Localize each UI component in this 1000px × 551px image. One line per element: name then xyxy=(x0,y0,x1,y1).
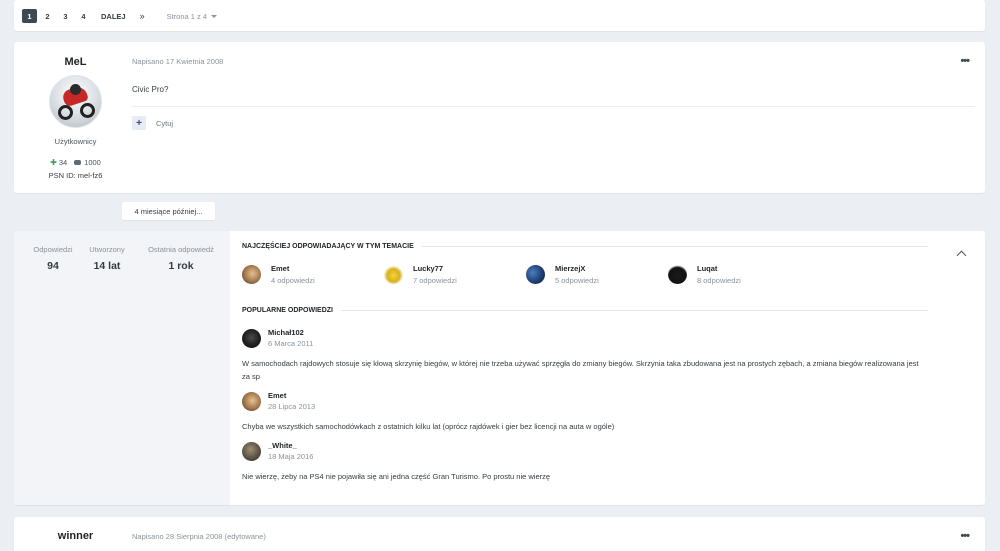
reply-text[interactable]: Chyba we wszystkich samochodówkach z ost… xyxy=(242,420,928,433)
pagination-bar: 1 2 3 4 DALEJ » Strona 1 z 4 xyxy=(14,0,985,31)
poster-reply-count: 7 odpowiedzi xyxy=(413,276,457,285)
top-posters-list: Emet 4 odpowiedzi Lucky77 7 odpowiedzi M… xyxy=(242,264,928,285)
poster-reply-count: 5 odpowiedzi xyxy=(555,276,599,285)
avatar[interactable] xyxy=(384,265,403,284)
author-panel: MeL Użytkownicy ✚ 34 1000 PSN ID: mel-fz6 xyxy=(14,42,137,180)
page-4-button[interactable]: 4 xyxy=(76,9,91,23)
poster-name[interactable]: Emet xyxy=(271,264,315,273)
avatar[interactable] xyxy=(242,265,261,284)
reply-meta: Michał102 6 Marca 2011 xyxy=(268,328,313,348)
reply-meta: _White_ 18 Maja 2016 xyxy=(268,441,313,461)
post-date[interactable]: Napisano 17 Kwietnia 2008 xyxy=(132,57,975,66)
page-list: 1 2 3 4 DALEJ » Strona 1 z 4 xyxy=(22,9,218,23)
reputation-stat: ✚ 34 xyxy=(50,158,67,167)
poster-info: Emet 4 odpowiedzi xyxy=(271,264,315,285)
top-poster-item[interactable]: Luqat 8 odpowiedzi xyxy=(668,264,810,285)
stat-created: Utworzony 14 lat xyxy=(76,245,138,272)
top-poster-item[interactable]: MierzejX 5 odpowiedzi xyxy=(526,264,668,285)
avatar[interactable] xyxy=(242,391,261,411)
helmet-shape xyxy=(70,84,81,95)
divider xyxy=(341,310,928,311)
reply-text[interactable]: Nie wierzę, żeby na PS4 nie pojawiła się… xyxy=(242,470,928,483)
page-1-button[interactable]: 1 xyxy=(22,9,37,23)
section-title: NAJCZĘŚCIEJ ODPOWIADAJĄCY W TYM TEMACIE xyxy=(242,243,414,250)
section-title: POPULARNE ODPOWIEDZI xyxy=(242,307,334,314)
multiquote-plus-button[interactable]: + xyxy=(132,116,146,130)
reply-author[interactable]: Michał102 xyxy=(268,328,313,337)
poster-info: MierzejX 5 odpowiedzi xyxy=(555,264,599,285)
post-body: Civic Pro? xyxy=(132,85,169,94)
poster-name[interactable]: Lucky77 xyxy=(413,264,457,273)
reputation-count: 34 xyxy=(58,158,68,167)
author-name[interactable]: winner xyxy=(14,530,137,542)
top-poster-item[interactable]: Emet 4 odpowiedzi xyxy=(242,264,384,285)
author-psn-id: PSN ID: mel-fz6 xyxy=(48,171,103,180)
comments-count: 1000 xyxy=(84,158,101,167)
reply-header: Michał102 6 Marca 2011 xyxy=(242,328,928,348)
popular-reply: _White_ 18 Maja 2016 Nie wierzę, żeby na… xyxy=(242,441,928,483)
next-page-button[interactable]: DALEJ xyxy=(97,9,130,23)
post-actions: + Cytuj xyxy=(132,116,173,130)
poster-info: Luqat 8 odpowiedzi xyxy=(697,264,741,285)
more-options-icon[interactable]: ••• xyxy=(960,55,970,67)
avatar[interactable] xyxy=(242,328,261,348)
avatar[interactable] xyxy=(526,265,545,284)
poster-reply-count: 8 odpowiedzi xyxy=(697,276,741,285)
post: winner Napisano 28 Sierpnia 2008 (edytow… xyxy=(14,517,985,551)
page-2-button[interactable]: 2 xyxy=(40,9,55,23)
last-page-button[interactable]: » xyxy=(135,9,150,23)
page-jump-dropdown[interactable]: Strona 1 z 4 xyxy=(166,11,218,21)
topic-stats: Odpowiedzi 94 Utworzony 14 lat Ostatnia … xyxy=(14,231,230,505)
reputation-plus-icon: ✚ xyxy=(50,158,57,167)
reply-meta: Emet 28 Lipca 2013 xyxy=(268,391,315,411)
stat-value: 1 rok xyxy=(168,260,194,272)
reply-date: 28 Lipca 2013 xyxy=(268,402,316,411)
stat-value: 14 lat xyxy=(93,260,121,272)
post-date[interactable]: Napisano 28 Sierpnia 2008 (edytowane) xyxy=(132,532,266,541)
stat-last-reply: Ostatnia odpowiedź 1 rok xyxy=(138,245,224,272)
reply-header: _White_ 18 Maja 2016 xyxy=(242,441,928,461)
reply-header: Emet 28 Lipca 2013 xyxy=(242,391,928,411)
popular-reply: Emet 28 Lipca 2013 Chyba we wszystkich s… xyxy=(242,391,928,433)
popular-replies-header: POPULARNE ODPOWIEDZI xyxy=(242,307,928,314)
poster-name[interactable]: Luqat xyxy=(697,264,741,273)
stat-label: Utworzony xyxy=(89,245,125,254)
poster-reply-count: 4 odpowiedzi xyxy=(271,276,315,285)
avatar[interactable] xyxy=(242,441,261,461)
comments-stat: 1000 xyxy=(74,158,101,167)
author-stats: ✚ 34 1000 xyxy=(14,158,137,167)
quote-button[interactable]: Cytuj xyxy=(156,119,173,128)
author-group: Użytkownicy xyxy=(54,137,97,146)
reply-date: 6 Marca 2011 xyxy=(268,339,314,348)
reply-date: 18 Maja 2016 xyxy=(268,452,314,461)
chevron-up-icon[interactable] xyxy=(956,250,967,261)
wheel-shape xyxy=(80,103,95,118)
avatar[interactable] xyxy=(49,75,102,128)
divider xyxy=(132,106,975,107)
post: MeL Użytkownicy ✚ 34 1000 PSN ID: mel-fz6… xyxy=(14,42,985,193)
top-posters-header: NAJCZĘŚCIEJ ODPOWIADAJĄCY W TYM TEMACIE xyxy=(242,243,928,250)
more-options-icon[interactable]: ••• xyxy=(960,530,970,542)
poster-name[interactable]: MierzejX xyxy=(555,264,599,273)
poster-info: Lucky77 7 odpowiedzi xyxy=(413,264,457,285)
divider xyxy=(421,246,928,247)
page-3-button[interactable]: 3 xyxy=(58,9,73,23)
post-content: Napisano 17 Kwietnia 2008 Civic Pro? + C… xyxy=(132,42,975,130)
reply-author[interactable]: _White_ xyxy=(268,441,313,450)
top-poster-item[interactable]: Lucky77 7 odpowiedzi xyxy=(384,264,526,285)
reply-author[interactable]: Emet xyxy=(268,391,315,400)
author-name[interactable]: MeL xyxy=(14,56,137,68)
topic-summary: Odpowiedzi 94 Utworzony 14 lat Ostatnia … xyxy=(14,231,985,505)
time-gap-label: 4 miesiące później... xyxy=(122,202,215,220)
comment-icon xyxy=(74,160,82,165)
wheel-shape xyxy=(58,105,73,120)
stat-label: Ostatnia odpowiedź xyxy=(148,245,214,254)
reply-text[interactable]: W samochodach rajdowych stosuje się kłow… xyxy=(242,357,928,383)
avatar[interactable] xyxy=(668,265,687,284)
caret-down-icon xyxy=(211,14,218,18)
popular-reply: Michał102 6 Marca 2011 W samochodach raj… xyxy=(242,328,928,383)
page-info-label: Strona 1 z 4 xyxy=(166,11,208,21)
